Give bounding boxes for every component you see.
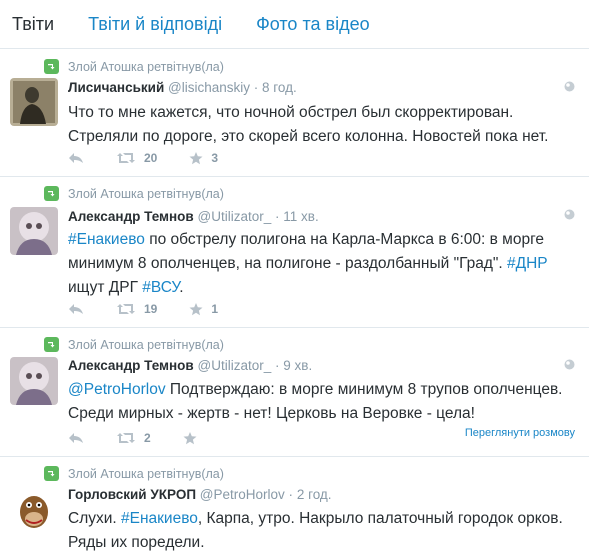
favorite-button[interactable]: 1: [189, 302, 218, 316]
tweet[interactable]: Злой Атошка ретвітнув(ла) Александр Темн…: [0, 328, 589, 457]
favorite-button[interactable]: 3: [189, 151, 218, 165]
text-span: .: [179, 279, 184, 296]
text-span: Слухи.: [68, 510, 122, 527]
reply-icon: [69, 153, 83, 163]
tweet-text-line: минимум 8 ополченцев, на полигоне - разд…: [68, 252, 583, 276]
retweet-icon: [44, 186, 59, 201]
tweet[interactable]: Злой Атошка ретвітнув(ла) Александр Темн…: [0, 177, 589, 328]
separator-dot: ·: [275, 209, 280, 224]
tweet-text-line: Что то мне кажется, что ночной обстрел б…: [68, 104, 514, 121]
retweet-icon: [117, 433, 135, 443]
retweet-icon: [44, 337, 59, 352]
text-span: ищут ДРГ: [68, 279, 143, 296]
retweet-button[interactable]: 20: [116, 151, 157, 165]
separator-dot: ·: [288, 487, 294, 502]
retweet-context: Злой Атошка ретвітнув(ла): [44, 186, 224, 201]
text-span: минимум 8 ополченцев, на полигоне - разд…: [68, 255, 507, 272]
tweet[interactable]: Злой Атошка ретвітнув(ла) Лисичанський @…: [0, 49, 589, 177]
tweet-header: Лисичанський @lisichanskiy · 8 год.: [68, 80, 297, 95]
globe-icon: [564, 81, 575, 92]
profile-tabs: Твіти Твіти й відповіді Фото та відео: [0, 0, 589, 49]
author-name[interactable]: Александр Темнов: [68, 209, 194, 224]
tab-tweets-and-replies[interactable]: Твіти й відповіді: [88, 14, 222, 35]
tweet[interactable]: Злой Атошка ретвітнув(ла) Горловский УКР…: [0, 457, 589, 555]
timestamp[interactable]: 2 год.: [297, 487, 332, 502]
favorite-count: 1: [211, 302, 219, 316]
author-name[interactable]: Александр Темнов: [68, 358, 194, 373]
timestamp[interactable]: 9 хв.: [283, 358, 312, 373]
text-span: по обстрелу полигона на Карла-Маркса в 6…: [144, 231, 545, 248]
text-span: , Карпа, утро. Накрыло палаточный городо…: [197, 510, 563, 527]
retweet-context-text[interactable]: Злой Атошка ретвітнув(ла): [68, 467, 224, 481]
avatar[interactable]: [10, 207, 58, 255]
retweet-button[interactable]: 19: [116, 302, 157, 316]
author-username[interactable]: @Utilizator_: [198, 209, 272, 224]
star-icon: [183, 431, 197, 444]
retweet-icon: [44, 466, 59, 481]
star-icon: [189, 151, 203, 164]
tweet-text-line: Стреляли по дороге, это скорей всего кол…: [68, 128, 549, 145]
tweet-text-line: ищут ДРГ #ВСУ.: [68, 276, 583, 300]
author-name[interactable]: Горловский УКРОП: [68, 487, 196, 502]
author-username[interactable]: @PetroHorlov: [200, 487, 285, 502]
tweet-text: @PetroHorlov Подтверждаю: в морге миниму…: [68, 378, 583, 426]
tweet-text-line: Ряды их поредели.: [68, 534, 205, 551]
tweet-text-line: @PetroHorlov Подтверждаю: в морге миниму…: [68, 378, 583, 402]
reply-button[interactable]: [68, 152, 84, 164]
timestamp[interactable]: 11 хв.: [283, 209, 318, 224]
retweet-count: 20: [144, 151, 158, 165]
tweet-actions: 19 1: [68, 302, 250, 316]
hashtag-link[interactable]: #ДНР: [507, 255, 548, 272]
reply-icon: [69, 304, 83, 314]
retweet-count: 19: [144, 302, 158, 316]
tab-tweets[interactable]: Твіти: [12, 14, 54, 35]
tweet-header: Горловский УКРОП @PetroHorlov · 2 год.: [68, 487, 332, 502]
globe-icon: [564, 209, 575, 220]
retweet-icon: [44, 59, 59, 74]
hashtag-link[interactable]: #Енакиево: [68, 231, 145, 248]
tweet-actions: 20 3: [68, 151, 250, 165]
retweet-icon: [117, 153, 135, 163]
reply-button[interactable]: [68, 303, 84, 315]
avatar[interactable]: [10, 486, 58, 534]
separator-dot: ·: [253, 80, 259, 95]
tweet-text-line: Среди мирных - жертв - нет! Церковь на В…: [68, 405, 475, 422]
tweet-actions: 2: [68, 431, 229, 445]
tweet-text: Что то мне кажется, что ночной обстрел б…: [68, 101, 583, 149]
reply-button[interactable]: [68, 432, 84, 444]
avatar[interactable]: [10, 357, 58, 405]
tweet-header: Александр Темнов @Utilizator_ · 11 хв.: [68, 209, 319, 224]
hashtag-link[interactable]: #Енакиево: [121, 510, 198, 527]
tweet-text: Слухи. #Енакиево, Карпа, утро. Накрыло п…: [68, 507, 583, 555]
retweet-context-text[interactable]: Злой Атошка ретвітнув(ла): [68, 60, 224, 74]
retweet-count: 2: [144, 431, 151, 445]
globe-icon: [564, 359, 575, 370]
retweet-context: Злой Атошка ретвітнув(ла): [44, 59, 224, 74]
mention-link[interactable]: @PetroHorlov: [68, 381, 166, 398]
retweet-context: Злой Атошка ретвітнув(ла): [44, 337, 224, 352]
retweet-context-text[interactable]: Злой Атошка ретвітнув(ла): [68, 187, 224, 201]
favorite-count: 3: [211, 151, 219, 165]
tab-photos-and-videos[interactable]: Фото та відео: [256, 14, 370, 35]
view-conversation-link[interactable]: Переглянути розмову: [465, 427, 575, 439]
reply-icon: [69, 433, 83, 443]
tweet-text-line: Слухи. #Енакиево, Карпа, утро. Накрыло п…: [68, 507, 583, 531]
tweet-header: Александр Темнов @Utilizator_ · 9 хв.: [68, 358, 312, 373]
retweet-context-text[interactable]: Злой Атошка ретвітнув(ла): [68, 338, 224, 352]
avatar[interactable]: [10, 78, 58, 126]
text-span: Подтверждаю: в морге минимум 8 трупов оп…: [165, 381, 563, 398]
tweet-text-line: #Енакиево по обстрелу полигона на Карла-…: [68, 228, 583, 252]
tweet-text: #Енакиево по обстрелу полигона на Карла-…: [68, 228, 583, 300]
author-username[interactable]: @lisichanskiy: [168, 80, 250, 95]
hashtag-link[interactable]: #ВСУ: [142, 279, 179, 296]
retweet-button[interactable]: 2: [116, 431, 151, 445]
retweet-context: Злой Атошка ретвітнув(ла): [44, 466, 224, 481]
author-username[interactable]: @Utilizator_: [198, 358, 272, 373]
star-icon: [189, 302, 203, 315]
retweet-icon: [117, 304, 135, 314]
timestamp[interactable]: 8 год.: [262, 80, 297, 95]
favorite-button[interactable]: [183, 431, 197, 445]
author-name[interactable]: Лисичанський: [68, 80, 164, 95]
separator-dot: ·: [275, 358, 280, 373]
